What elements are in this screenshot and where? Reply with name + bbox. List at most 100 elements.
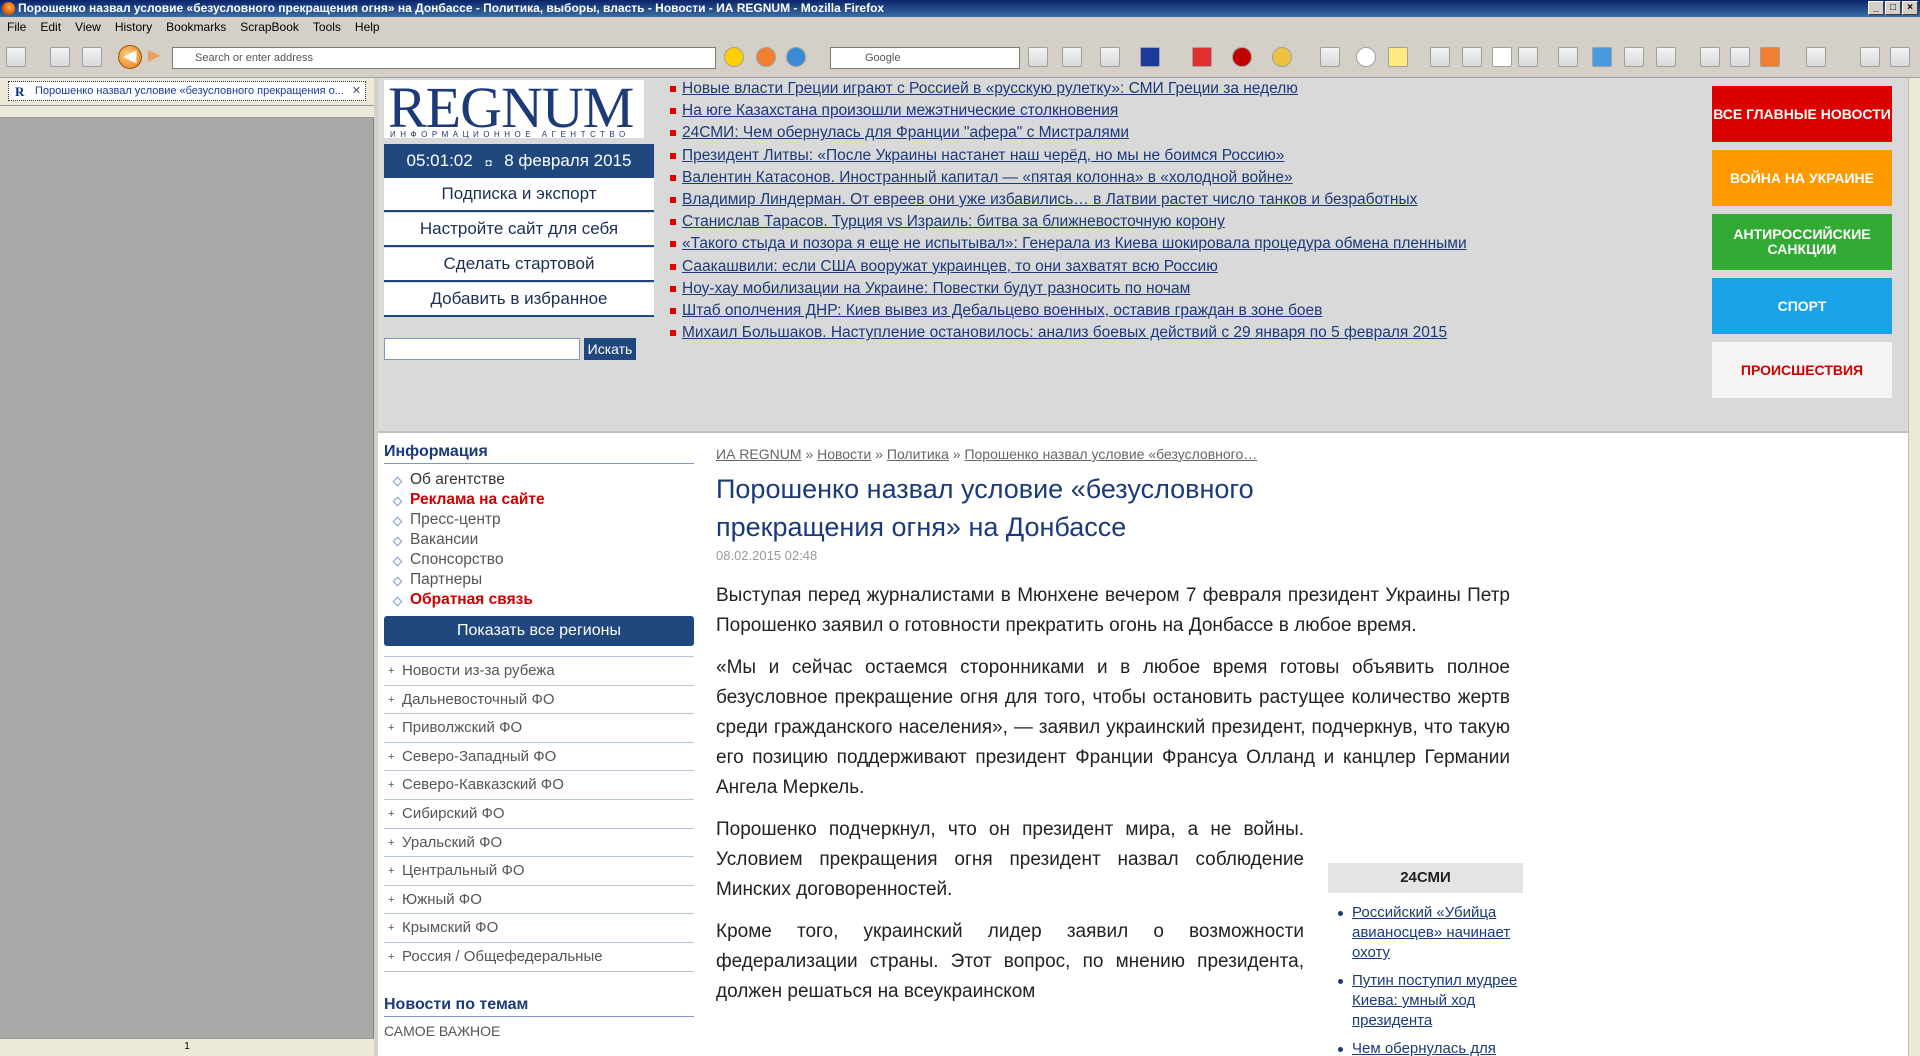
site-search-button[interactable]: Искать <box>584 338 636 360</box>
headline-link[interactable]: Валентин Катасонов. Иностранный капитал … <box>670 167 1530 189</box>
region-item[interactable]: Сибирский ФО <box>384 800 694 829</box>
breadcrumb-item[interactable]: ИА REGNUM <box>716 446 802 462</box>
smi-link[interactable]: Российский «Убийца авианосцев» начинает … <box>1328 903 1523 963</box>
zoom-icon[interactable] <box>1100 47 1120 67</box>
addon-h-icon[interactable] <box>724 47 744 67</box>
menu-file[interactable]: File <box>0 17 33 38</box>
region-item[interactable]: Южный ФО <box>384 886 694 915</box>
press-center-link[interactable]: Пресс-центр <box>384 510 694 530</box>
partners-link[interactable]: Партнеры <box>384 570 694 590</box>
highlighter-icon[interactable] <box>1028 47 1048 67</box>
headline-link[interactable]: На юге Казахстана произошли межэтнически… <box>670 100 1530 122</box>
region-item[interactable]: Северо-Западный ФО <box>384 743 694 772</box>
breadcrumb-item[interactable]: Порошенко назвал условие «безусловного… <box>964 446 1257 462</box>
lock-icon[interactable] <box>1860 47 1880 67</box>
home-icon[interactable] <box>50 47 70 67</box>
set-homepage-link[interactable]: Сделать стартовой <box>384 248 654 282</box>
adblock-icon[interactable] <box>1232 47 1252 67</box>
headline-link[interactable]: Штаб ополчения ДНР: Киев вывез из Дебаль… <box>670 300 1530 322</box>
globe-icon[interactable] <box>786 47 806 67</box>
article-paragraph: Порошенко подчеркнул, что он президент м… <box>716 819 1304 900</box>
add-icon[interactable] <box>1192 47 1212 67</box>
category-ukraine-war[interactable]: ВОЙНА НА УКРАИНЕ <box>1712 150 1892 206</box>
forward-icon[interactable]: ▶ <box>148 47 168 67</box>
close-icon[interactable]: ✕ <box>352 82 361 100</box>
s-icon[interactable] <box>1320 47 1340 67</box>
about-link[interactable]: Об агентстве <box>384 470 694 490</box>
show-regions-button[interactable]: Показать все регионы <box>384 616 694 646</box>
p-icon[interactable] <box>1624 47 1644 67</box>
back-button[interactable]: ◀ <box>118 45 142 69</box>
breadcrumb-item[interactable]: Новости <box>817 446 871 462</box>
headline-link[interactable]: Ноу-хау мобилизации на Украине: Повестки… <box>670 278 1530 300</box>
headline-link[interactable]: Станислав Тарасов. Турция vs Израиль: би… <box>670 211 1530 233</box>
category-sport[interactable]: СПОРТ <box>1712 278 1892 334</box>
code-icon[interactable] <box>1656 47 1676 67</box>
close-small-icon[interactable] <box>1430 47 1450 67</box>
wand-icon[interactable] <box>1730 47 1750 67</box>
region-item[interactable]: Приволжский ФО <box>384 714 694 743</box>
keyboard-icon[interactable] <box>1062 47 1082 67</box>
smi-link[interactable]: Чем обернулась для <box>1328 1039 1523 1056</box>
category-sanctions[interactable]: АНТИРОССИЙСКИЕ САНКЦИИ <box>1712 214 1892 270</box>
smi-link[interactable]: Путин поступил мудрее Киева: умный ход п… <box>1328 971 1523 1031</box>
region-item[interactable]: Центральный ФО <box>384 857 694 886</box>
d-icon[interactable] <box>1806 47 1826 67</box>
headline-link[interactable]: Новые власти Греции играют с Россией в «… <box>670 78 1530 100</box>
eye-icon[interactable] <box>1462 47 1482 67</box>
settings-icon[interactable] <box>1890 47 1910 67</box>
maximize-button[interactable]: □ <box>1885 1 1901 15</box>
vacancies-link[interactable]: Вакансии <box>384 530 694 550</box>
region-item[interactable]: Уральский ФО <box>384 829 694 858</box>
smiley-icon[interactable] <box>1272 47 1292 67</box>
region-item[interactable]: Дальневосточный ФО <box>384 686 694 715</box>
headline-link[interactable]: Президент Литвы: «После Украины настанет… <box>670 145 1530 167</box>
pen-icon[interactable] <box>1518 47 1538 67</box>
headline-link[interactable]: 24СМИ: Чем обернулась для Франции "афера… <box>670 122 1530 144</box>
region-item[interactable]: Крымский ФО <box>384 914 694 943</box>
breadcrumb-item[interactable]: Политика <box>887 446 949 462</box>
blank-icon[interactable] <box>1492 47 1512 67</box>
address-bar[interactable]: Search or enter address <box>172 47 716 69</box>
close-button[interactable]: × <box>1902 1 1918 15</box>
bookmark-manager-icon[interactable] <box>82 47 102 67</box>
clock-icon[interactable] <box>1356 47 1376 67</box>
menu-scrapbook[interactable]: ScrapBook <box>233 17 306 38</box>
apps-icon[interactable] <box>6 47 26 67</box>
customize-link[interactable]: Настройте сайт для себя <box>384 213 654 247</box>
subscribe-link[interactable]: Подписка и экспорт <box>384 178 654 212</box>
menu-help[interactable]: Help <box>348 17 387 38</box>
tab-icon[interactable] <box>1592 47 1612 67</box>
puzzle-icon[interactable] <box>1760 47 1780 67</box>
advertising-link[interactable]: Реклама на сайте <box>384 490 694 510</box>
download-icon[interactable] <box>1558 47 1578 67</box>
region-item-federal[interactable]: Россия / Общефедеральные <box>384 943 694 972</box>
category-incidents[interactable]: ПРОИСШЕСТВИЯ <box>1712 342 1892 398</box>
category-main-news[interactable]: ВСЕ ГЛАВНЫЕ НОВОСТИ <box>1712 86 1892 142</box>
menu-edit[interactable]: Edit <box>33 17 68 38</box>
add-favorites-link[interactable]: Добавить в избранное <box>384 283 654 317</box>
region-item[interactable]: Новости из-за рубежа <box>384 657 694 686</box>
sidebar-tab[interactable]: R Порошенко назвал условие «безусловного… <box>8 81 366 101</box>
scrollbar[interactable] <box>1908 78 1920 1056</box>
sponsorship-link[interactable]: Спонсорство <box>384 550 694 570</box>
headline-link[interactable]: «Такого стыда и позора я еще не испытыва… <box>670 233 1530 255</box>
minimize-button[interactable]: _ <box>1868 1 1884 15</box>
note-icon[interactable] <box>1388 47 1408 67</box>
region-item[interactable]: Северо-Кавказский ФО <box>384 771 694 800</box>
save-icon[interactable] <box>1140 47 1160 67</box>
tool-icon[interactable] <box>1700 47 1720 67</box>
headline-link[interactable]: Михаил Большаков. Наступление остановило… <box>670 322 1530 344</box>
headline-link[interactable]: Владимир Линдерман. От евреев они уже из… <box>670 189 1530 211</box>
web-search-input[interactable]: Google <box>830 47 1020 69</box>
regnum-logo[interactable]: REGNUM ИНФОРМАЦИОННОЕ АГЕНТСТВО <box>384 79 644 139</box>
menu-bookmarks[interactable]: Bookmarks <box>159 17 233 38</box>
site-search-input[interactable] <box>384 338 580 360</box>
menu-tools[interactable]: Tools <box>306 17 348 38</box>
block-icon[interactable] <box>756 47 776 67</box>
headline-link[interactable]: Саакашвили: если США вооружат украинцев,… <box>670 256 1530 278</box>
menu-view[interactable]: View <box>68 17 108 38</box>
menu-history[interactable]: History <box>108 17 159 38</box>
feedback-link[interactable]: Обратная связь <box>384 590 694 610</box>
topic-item[interactable]: САМОЕ ВАЖНОЕ <box>384 1017 694 1039</box>
